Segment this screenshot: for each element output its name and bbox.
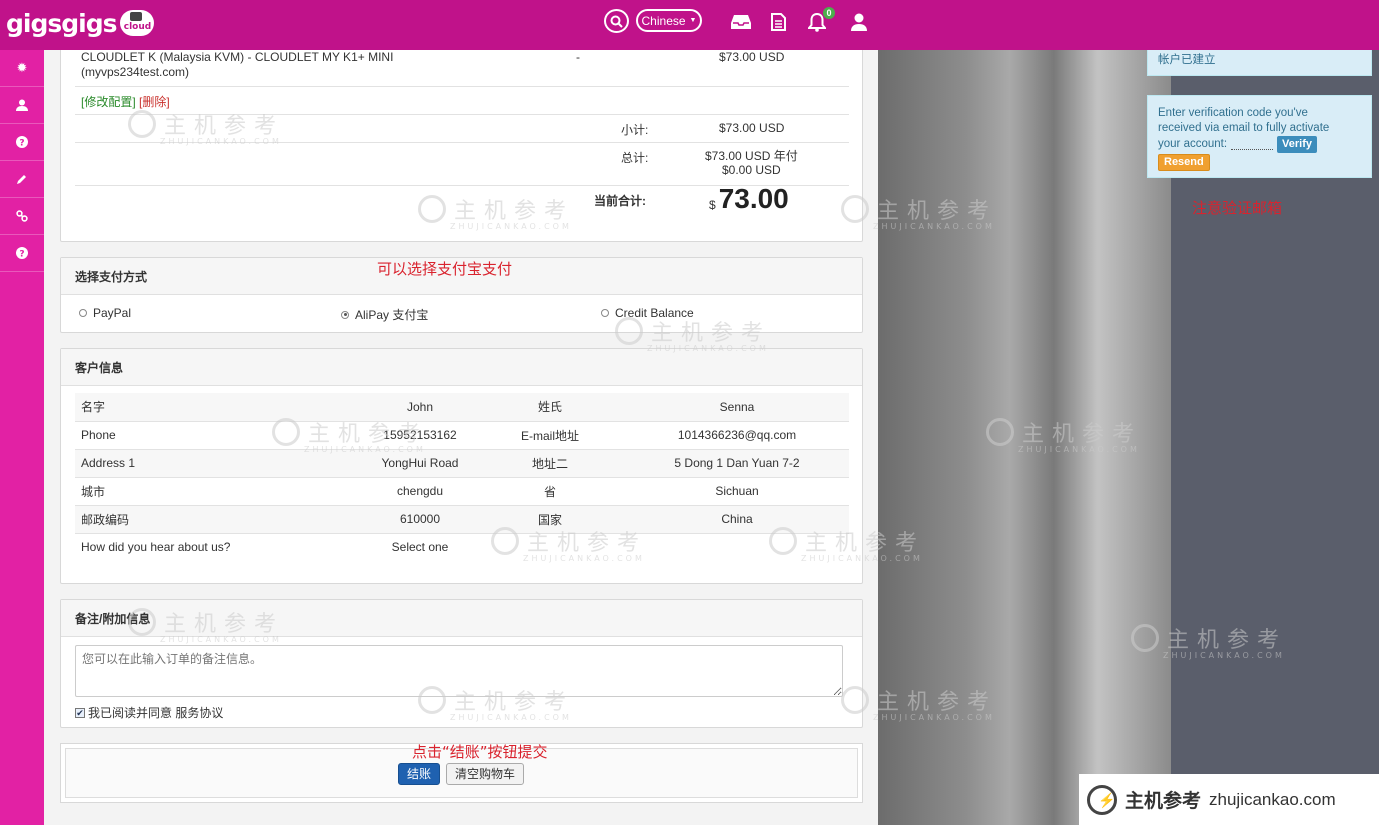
table-cell: Senna (719, 399, 755, 414)
table-cell: Sichuan (625, 476, 849, 505)
table-cell: 名字 (81, 400, 106, 415)
radio-button-selected[interactable] (341, 310, 349, 319)
notes-textarea[interactable] (75, 645, 843, 697)
table-cell: Phone (75, 420, 365, 449)
payment-option-alipay[interactable]: AliPay 支付宝 (341, 306, 428, 323)
table-cell: 1014366236@qq.com (625, 420, 849, 449)
radio-button[interactable] (79, 308, 87, 317)
user-icon[interactable] (847, 10, 871, 34)
footer-watermark: ⚡ 主机参考 zhujicankao.com (1079, 774, 1379, 825)
document-icon[interactable] (766, 10, 790, 34)
table-row: How did you hear about us? Select one (75, 532, 849, 561)
modify-config-link[interactable]: [修改配置] (81, 95, 136, 109)
table-cell[interactable]: Select one (365, 532, 475, 561)
footer-brand: 主机参考 (1125, 790, 1202, 812)
notification-count-badge: 0 (823, 7, 835, 19)
table-cell: China (625, 504, 849, 533)
subtotal-value: $73.00 USD (719, 121, 785, 135)
customer-info-panel: 客户信息 名字 John 姓氏 Senna Phone 15952153162 E-mail… (60, 348, 863, 584)
main-content: CLOUDLET K (Malaysia KVM) - CLOUDLET MY … (44, 0, 878, 825)
table-row: Address 1 YongHui Road 地址二 5 Dong 1 Dan Yua… (75, 448, 849, 477)
verification-code-input[interactable] (1231, 140, 1274, 150)
left-sidebar: ✹ ? ? (0, 50, 44, 825)
table-cell: 姓氏 (537, 400, 562, 415)
table-cell (475, 532, 625, 561)
sidebar-item-account[interactable] (0, 87, 44, 124)
cart-item-cycle: - (576, 50, 580, 64)
top-navbar: gigsgigs cloud Chinese ▼ 0 (0, 0, 1379, 50)
checkout-button[interactable]: 结账 (398, 763, 441, 785)
agree-terms[interactable]: ✔ 我已阅读并同意 服务协议 (75, 704, 223, 721)
current-total-amount: $ 73.00 (709, 183, 789, 214)
logo[interactable]: gigsgigs cloud (6, 6, 155, 40)
table-cell: YongHui Road (365, 448, 475, 477)
radio-button[interactable] (601, 308, 609, 317)
table-cell: chengdu (365, 476, 475, 505)
inbox-icon[interactable] (729, 10, 753, 34)
table-row: 城市 chengdu 省 Sichuan (75, 476, 849, 505)
user-icon (16, 99, 28, 111)
total-label: 总计: (621, 151, 649, 165)
search-icon[interactable] (604, 9, 629, 33)
order-summary-panel: CLOUDLET K (Malaysia KVM) - CLOUDLET MY … (60, 30, 863, 242)
help-icon: ? (16, 136, 28, 148)
language-select[interactable]: Chinese ▼ (636, 9, 702, 32)
annotation-checkout: 点击“结账”按钮提交 (412, 743, 548, 761)
gear-icon: ✹ (16, 60, 28, 75)
sidebar-item-links[interactable] (0, 198, 44, 235)
cart-item-price: $73.00 USD (719, 50, 785, 64)
payment-option-paypal[interactable]: PayPal (79, 306, 131, 320)
link-icon (16, 210, 28, 222)
notes-panel: 备注/附加信息 ✔ 我已阅读并同意 服务协议 (60, 599, 863, 728)
total-value: $73.00 USD 年付 $0.00 USD (705, 149, 798, 177)
agree-terms-label: 我已阅读并同意 服务协议 (88, 706, 224, 720)
delete-link[interactable]: [删除] (139, 95, 170, 109)
logo-text: gigsgigs (6, 8, 117, 38)
svg-text:?: ? (19, 139, 24, 149)
pencil-icon (17, 175, 26, 184)
cart-item-name: CLOUDLET K (Malaysia KVM) - CLOUDLET MY … (81, 50, 394, 79)
table-cell: 5 Dong 1 Dan Yuan 7-2 (625, 448, 849, 477)
caret-down-icon: ▼ (689, 17, 697, 24)
table-cell: 15952153162 (365, 420, 475, 449)
annotation-verify-email: 注意验证邮箱 (1192, 199, 1283, 217)
watermark-logo-icon: ⚡ (1087, 784, 1117, 815)
sidebar-item-edit[interactable] (0, 161, 44, 198)
table-cell: E-mail地址 (475, 420, 625, 449)
verify-email-alert: Enter verification code you've received … (1147, 95, 1372, 178)
logo-cloud-badge: cloud (120, 10, 155, 36)
table-cell: 610000 (365, 504, 475, 533)
svg-text:?: ? (19, 250, 24, 260)
table-cell: Address 1 (75, 448, 365, 477)
resend-button[interactable]: Resend (1158, 154, 1210, 171)
table-cell: 城市 (75, 476, 365, 505)
clear-cart-button[interactable]: 清空购物车 (446, 763, 525, 785)
checkbox-checked[interactable]: ✔ (75, 707, 85, 718)
payment-option-credit-balance[interactable]: Credit Balance (601, 306, 694, 320)
table-cell: 地址二 (475, 448, 625, 477)
customer-info-table: 名字 John 姓氏 Senna Phone 15952153162 E-mail地址 101… (75, 393, 849, 561)
sidebar-item-help[interactable]: ? (0, 124, 44, 161)
footer-domain: zhujicankao.com (1209, 789, 1336, 809)
subtotal-label: 小计: (621, 123, 649, 137)
table-cell: How did you hear about us? (75, 532, 365, 561)
table-row: 邮政编码 610000 国家 China (75, 504, 849, 533)
table-cell: 邮政编码 (75, 504, 365, 533)
current-total-label: 当前合计: (594, 194, 646, 208)
customer-info-title: 客户信息 (61, 349, 862, 386)
table-cell: John (406, 399, 434, 414)
table-cell (625, 532, 849, 561)
sidebar-item-settings[interactable]: ✹ (0, 50, 44, 87)
table-row: Phone 15952153162 E-mail地址 1014366236@qq.co… (75, 420, 849, 449)
notes-title: 备注/附加信息 (61, 600, 862, 637)
table-cell: 省 (475, 476, 625, 505)
background-photo (878, 50, 1171, 825)
annotation-alipay: 可以选择支付宝支付 (377, 260, 513, 278)
sidebar-item-support[interactable]: ? (0, 235, 44, 272)
language-label: Chinese (641, 13, 686, 28)
table-cell: 国家 (475, 504, 625, 533)
table-row: 名字 John 姓氏 Senna (75, 393, 849, 421)
verify-button[interactable]: Verify (1277, 136, 1318, 153)
help-icon: ? (16, 247, 28, 259)
